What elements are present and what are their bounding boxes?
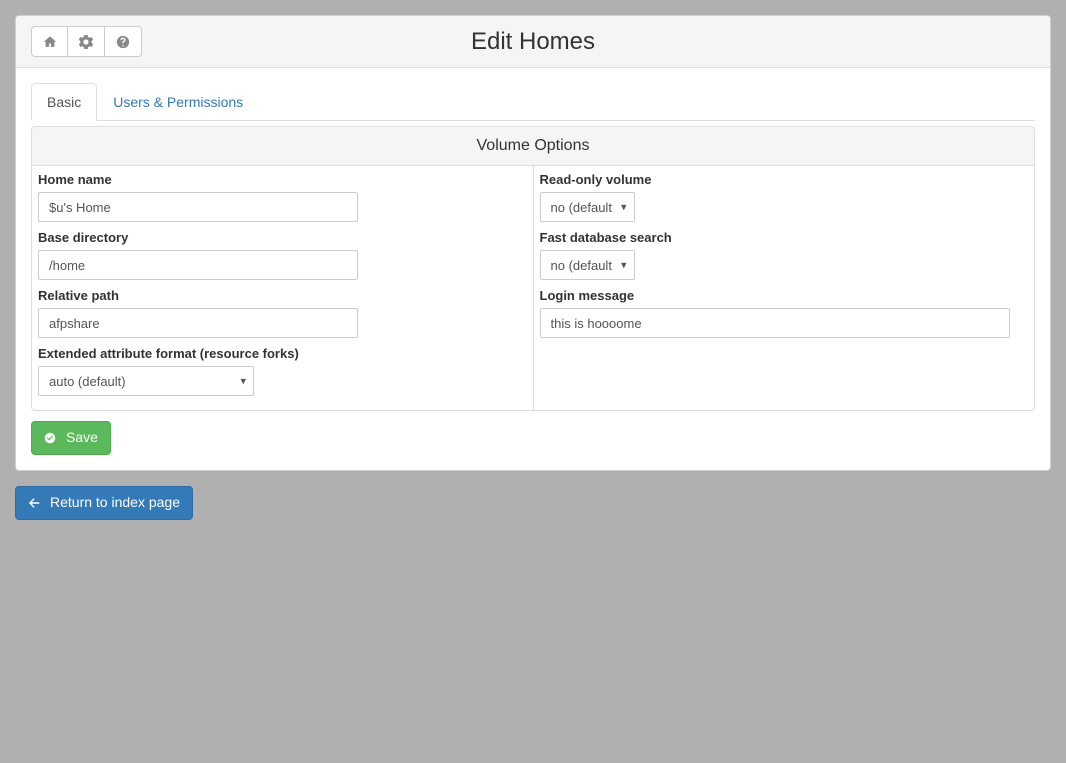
login-msg-label: Login message (540, 288, 1029, 303)
arrow-left-icon (28, 497, 40, 509)
xattr-select[interactable]: auto (default) (38, 366, 254, 396)
left-column: Home name Base directory Relative path (32, 166, 534, 410)
return-container: Return to index page (15, 486, 1051, 520)
page-title: Edit Homes (31, 26, 1035, 57)
form-columns: Home name Base directory Relative path (32, 166, 1034, 410)
home-name-input[interactable] (38, 192, 358, 222)
save-button-label: Save (66, 428, 98, 448)
home-name-label: Home name (38, 172, 527, 187)
panel-body: Basic Users & Permissions Volume Options… (16, 68, 1050, 470)
home-icon (43, 35, 57, 49)
xattr-label: Extended attribute format (resource fork… (38, 346, 527, 361)
panel-header: Edit Homes (16, 16, 1050, 68)
rel-path-label: Relative path (38, 288, 527, 303)
base-dir-input[interactable] (38, 250, 358, 280)
tab-basic[interactable]: Basic (31, 83, 97, 121)
right-column: Read-only volume no (default) Fast datab… (534, 166, 1035, 410)
readonly-select[interactable]: no (default) (540, 192, 635, 222)
base-dir-label: Base directory (38, 230, 527, 245)
return-button[interactable]: Return to index page (15, 486, 193, 520)
tab-content: Volume Options Home name Base directory (31, 121, 1035, 455)
gear-icon (79, 35, 93, 49)
login-msg-input[interactable] (540, 308, 1010, 338)
settings-button[interactable] (68, 26, 105, 57)
header-button-group (31, 26, 142, 57)
fast-db-select[interactable]: no (default) (540, 250, 635, 280)
tab-users-permissions[interactable]: Users & Permissions (97, 83, 259, 121)
question-icon (116, 35, 130, 49)
help-button[interactable] (105, 26, 142, 57)
tab-list: Basic Users & Permissions (31, 83, 1035, 121)
volume-options-heading: Volume Options (32, 127, 1034, 166)
volume-options-panel: Volume Options Home name Base directory (31, 126, 1035, 411)
return-button-label: Return to index page (50, 493, 180, 513)
rel-path-input[interactable] (38, 308, 358, 338)
check-circle-icon (44, 432, 56, 444)
home-button[interactable] (31, 26, 68, 57)
readonly-label: Read-only volume (540, 172, 1029, 187)
fast-db-label: Fast database search (540, 230, 1029, 245)
save-button[interactable]: Save (31, 421, 111, 455)
main-panel: Edit Homes Basic Users & Permissions Vol… (15, 15, 1051, 471)
